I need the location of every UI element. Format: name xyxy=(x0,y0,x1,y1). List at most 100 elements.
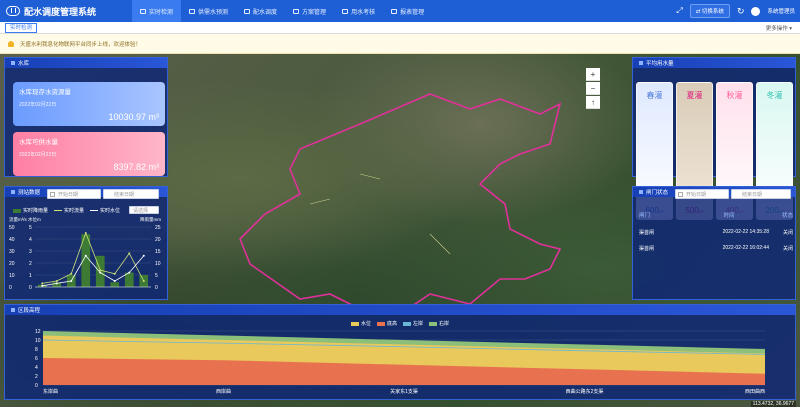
y-left-tick: 20 xyxy=(9,261,15,267)
level-point xyxy=(84,254,87,257)
card-value: 10030.97 m³ xyxy=(108,112,159,122)
flow-point xyxy=(84,232,87,234)
dispatch-icon xyxy=(244,8,251,14)
legend-level: 实时水位 xyxy=(90,207,120,214)
flow-point xyxy=(55,280,58,282)
y-right-tick: 20 xyxy=(155,237,161,243)
table-row[interactable]: 渠首闸 2022-02-22 16:02:44 关闭 xyxy=(639,245,793,252)
level-point xyxy=(70,280,73,282)
level-point xyxy=(41,284,44,287)
header-status: 状态 xyxy=(781,213,793,219)
y-right-tick: 25 xyxy=(155,225,161,231)
section-elevation-panel: 区段高程 水位 底高 左岸 右岸 12 10 8 6 4 2 0 东岸曲 西岸曲 关家东1支渠 西曲… xyxy=(4,304,796,400)
legend-flow: 实时流量 xyxy=(54,207,84,214)
region-boundary xyxy=(239,93,562,315)
header-gate: 闸门 xyxy=(639,213,651,219)
flow-point xyxy=(113,272,116,275)
gate-end-date-input[interactable]: 结束日期 xyxy=(731,189,791,199)
more-operations-dropdown[interactable]: 更多操作 ▾ xyxy=(766,24,792,32)
gate-start-date-input[interactable]: 开始日期 xyxy=(675,189,729,199)
tab-bar: 实时检测 更多操作 ▾ xyxy=(0,22,800,34)
reservoir-supply-card: 水库可供水量 2022年02月22日 8397.82 m³ xyxy=(13,132,165,176)
x-tick: 东岸曲 xyxy=(43,388,58,395)
panel-icon xyxy=(11,190,15,194)
x-tick: 关家东1支渠 xyxy=(390,388,418,395)
card-date: 2022年02月22日 xyxy=(19,152,57,158)
compass-button[interactable]: ↑ xyxy=(586,96,600,109)
y-left-tick: 0 xyxy=(9,285,12,291)
legend-rain: 实时降雨量 xyxy=(13,207,48,214)
top-bar: 配水调度管理系统 实时检测 供需水预测 配水调度 方案管理 用水考核 报表管理 … xyxy=(0,0,800,22)
panel-icon xyxy=(639,61,643,65)
y-left-tick: 30 xyxy=(9,249,15,255)
nav-report[interactable]: 报表管理 xyxy=(383,0,432,22)
tab-realtime[interactable]: 实时检测 xyxy=(5,22,38,33)
app-logo: 配水调度管理系统 xyxy=(0,5,132,18)
refresh-icon[interactable]: ↻ xyxy=(737,6,745,17)
x-tick: 西岸曲 xyxy=(216,388,231,395)
table-row[interactable]: 渠首闸 2022-02-22 14:35:28 关闭 xyxy=(639,229,793,236)
user-name[interactable]: 系统管理员 xyxy=(767,7,795,15)
y-tick: 12 xyxy=(35,329,41,335)
panel-icon xyxy=(639,190,643,194)
reservoir-storage-card: 水库现存水资源量 2022年02月22日 10030.97 m³ xyxy=(13,82,165,126)
y-mid-tick: 3 xyxy=(29,249,32,255)
nav-assessment[interactable]: 用水考核 xyxy=(334,0,383,22)
app-title: 配水调度管理系统 xyxy=(24,6,97,17)
y-left-tick: 40 xyxy=(9,237,15,243)
level-point xyxy=(113,280,116,282)
calendar-icon xyxy=(678,192,683,197)
nav-realtime[interactable]: 实时检测 xyxy=(132,0,182,22)
y-right-tick: 0 xyxy=(155,285,158,291)
level-point xyxy=(142,254,145,257)
level-point xyxy=(128,271,131,274)
nav-forecast[interactable]: 供需水预测 xyxy=(181,0,236,22)
y-left-tick: 10 xyxy=(9,273,15,279)
chart-icon xyxy=(189,8,196,14)
station-select[interactable]: 请选择 xyxy=(129,206,159,214)
level-point xyxy=(55,282,58,285)
station-chart: 50 5 2540 4 2030 3 1520 2 1010 1 50 0 0 xyxy=(9,225,161,291)
y-mid-tick: 4 xyxy=(29,237,32,243)
nav-dispatch[interactable]: 配水调度 xyxy=(236,0,285,22)
zoom-in-button[interactable]: + xyxy=(586,68,600,81)
map-roads xyxy=(309,173,451,255)
y-mid-tick: 5 xyxy=(29,225,32,231)
reservoir-panel: 水库 水库现存水资源量 2022年02月22日 10030.97 m³ 水库可供… xyxy=(4,57,168,177)
panel-icon xyxy=(11,61,15,65)
fullscreen-icon[interactable]: ⤢ xyxy=(676,6,682,16)
start-date-input[interactable]: 开始日期 xyxy=(47,189,101,199)
map-coordinates: 113.4732, 36.9677 xyxy=(750,401,796,407)
panel-title: 水库 xyxy=(5,58,167,68)
header-time: 时间 xyxy=(723,213,735,219)
y-tick: 8 xyxy=(35,347,38,353)
nav-plan[interactable]: 方案管理 xyxy=(285,0,334,22)
y-left-tick: 50 xyxy=(9,225,15,231)
logo-icon xyxy=(6,6,20,16)
station-data-panel: 测站数据 开始日期 结束日期 实时降雨量 实时流量 实时水位 请选择 流量m³/… xyxy=(4,186,168,300)
main-nav: 实时检测 供需水预测 配水调度 方案管理 用水考核 报表管理 xyxy=(132,0,432,22)
panel-title: 区段高程 xyxy=(5,305,795,315)
end-date-input[interactable]: 结束日期 xyxy=(103,189,159,199)
avatar[interactable] xyxy=(751,6,761,16)
assessment-icon xyxy=(342,8,349,14)
y-tick: 4 xyxy=(35,365,38,371)
switch-system-button[interactable]: ⇄ 切换系统 xyxy=(689,4,730,18)
rain-bar xyxy=(110,282,120,287)
zoom-out-button[interactable]: − xyxy=(586,82,600,95)
panel-title: 平均用水量 xyxy=(633,58,795,68)
avg-water-panel: 平均用水量 春灌 600m³ 夏灌 500m³ 秋灌 400m³ 冬灌 200m… xyxy=(632,57,796,220)
level-point xyxy=(99,271,102,274)
y-right-tick: 5 xyxy=(155,273,158,279)
report-icon xyxy=(391,8,398,14)
flow-point xyxy=(142,280,145,282)
panel-icon xyxy=(11,308,15,312)
notice-icon xyxy=(8,40,14,47)
card-label: 水库现存水资源量 xyxy=(19,89,71,96)
flow-point xyxy=(70,272,73,275)
card-value: 8397.82 m³ xyxy=(113,162,159,172)
flow-point xyxy=(128,252,131,255)
section-chart: 12 10 8 6 4 2 0 东岸曲 西岸曲 关家东1支渠 西曲公路东2支渠 西田曲西 xyxy=(35,329,766,395)
y-mid-tick: 2 xyxy=(29,261,32,267)
flow-point xyxy=(99,269,102,272)
